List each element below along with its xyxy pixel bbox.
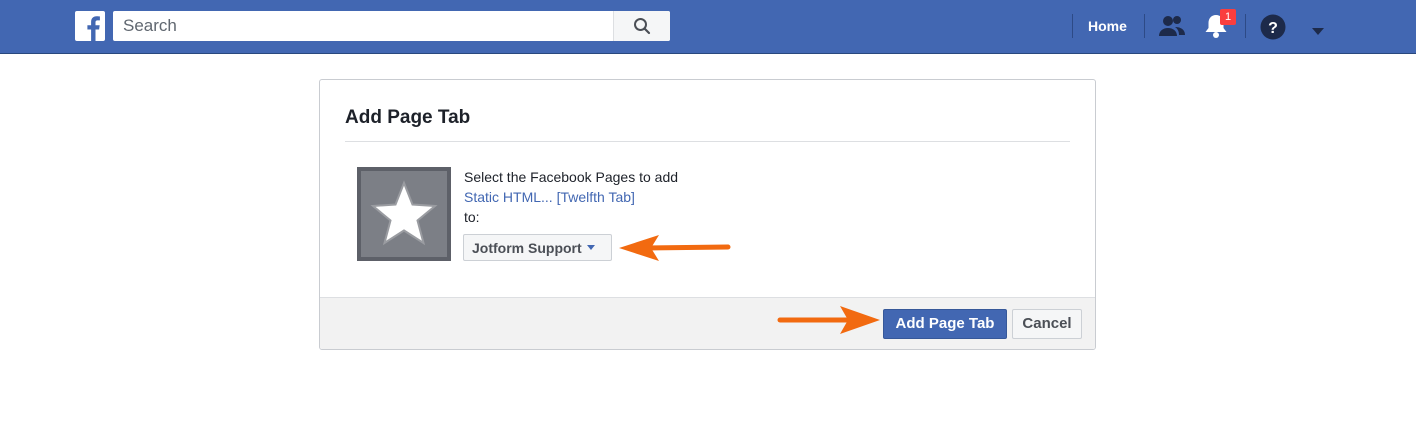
arrow-to-page-select xyxy=(619,235,731,261)
facebook-logo[interactable] xyxy=(75,11,105,41)
search-bar xyxy=(113,11,670,41)
notification-badge: 1 xyxy=(1220,9,1236,25)
to-label: to: xyxy=(464,209,480,225)
nav-divider xyxy=(1072,14,1073,38)
add-page-tab-button[interactable]: Add Page Tab xyxy=(883,309,1007,339)
home-link[interactable]: Home xyxy=(1088,18,1127,34)
title-divider xyxy=(345,141,1070,142)
facebook-f-icon xyxy=(87,16,100,41)
search-input[interactable] xyxy=(113,11,613,41)
nav-divider xyxy=(1144,14,1145,38)
dropdown-caret-icon xyxy=(586,245,595,250)
page-select-dropdown[interactable]: Jotform Support xyxy=(463,234,612,261)
page-select-value: Jotform Support xyxy=(472,239,582,256)
cancel-button[interactable]: Cancel xyxy=(1012,309,1082,339)
search-button[interactable] xyxy=(613,11,670,41)
dialog-title: Add Page Tab xyxy=(345,107,471,128)
search-icon xyxy=(634,18,651,35)
top-navigation-bar: Home 1 ? xyxy=(0,0,1416,54)
svg-text:?: ? xyxy=(1268,20,1278,37)
friends-icon[interactable] xyxy=(1158,14,1186,43)
select-pages-prompt: Select the Facebook Pages to add xyxy=(464,169,679,185)
caret-down-icon[interactable] xyxy=(1312,23,1324,41)
help-icon[interactable]: ? xyxy=(1260,14,1286,45)
nav-divider xyxy=(1245,14,1246,38)
dialog-footer: Add Page Tab Cancel xyxy=(320,297,1095,349)
add-page-tab-dialog: Add Page Tab Select the Facebook Pages t… xyxy=(319,79,1096,350)
app-thumbnail xyxy=(357,167,451,261)
star-icon xyxy=(370,180,438,246)
arrow-to-add-button xyxy=(777,306,880,334)
app-name-link[interactable]: Static HTML... [Twelfth Tab] xyxy=(464,189,635,205)
